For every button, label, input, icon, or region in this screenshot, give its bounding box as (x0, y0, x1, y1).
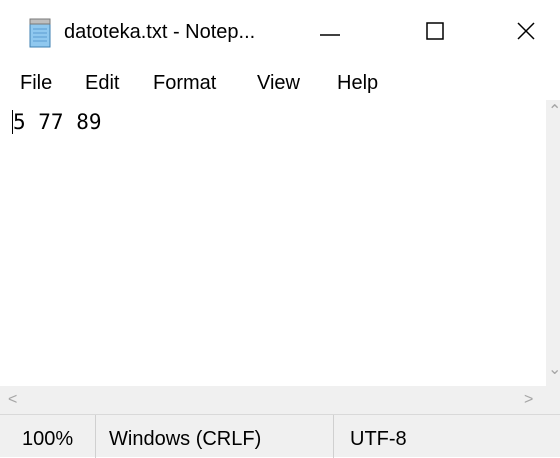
scroll-corner (546, 386, 560, 414)
vertical-scrollbar[interactable]: ⌃ ⌄ (546, 100, 560, 386)
maximize-icon (426, 22, 444, 40)
encoding: UTF-8 (350, 428, 407, 450)
scroll-right-icon[interactable]: > (524, 392, 533, 408)
window-title: datoteka.txt - Notep... (64, 21, 256, 43)
minimize-button[interactable] (295, 0, 365, 64)
scroll-left-icon[interactable]: < (8, 392, 17, 408)
horizontal-scrollbar[interactable]: < > (0, 386, 546, 414)
title-bar[interactable]: datoteka.txt - Notep... (0, 0, 560, 64)
status-divider (333, 415, 334, 458)
status-divider (95, 415, 96, 458)
menu-file[interactable]: File (20, 70, 52, 96)
menu-format[interactable]: Format (153, 70, 216, 96)
menu-bar: File Edit Format View Help (0, 64, 560, 100)
editor-content[interactable]: 5 77 89 (13, 108, 102, 136)
scroll-down-icon[interactable]: ⌄ (548, 362, 560, 378)
status-bar: 100% Windows (CRLF) UTF-8 (0, 414, 560, 458)
menu-help[interactable]: Help (337, 70, 378, 96)
notepad-icon (29, 18, 51, 48)
close-button[interactable] (490, 0, 560, 64)
text-caret (12, 110, 13, 134)
maximize-button[interactable] (400, 0, 470, 64)
line-ending: Windows (CRLF) (109, 428, 262, 450)
close-icon (517, 22, 535, 40)
zoom-level: 100% (22, 428, 74, 450)
menu-edit[interactable]: Edit (85, 70, 119, 96)
text-editor[interactable]: 5 77 89 (0, 100, 546, 386)
menu-view[interactable]: View (257, 70, 300, 96)
scroll-up-icon[interactable]: ⌃ (548, 104, 560, 120)
minimize-icon (320, 34, 340, 36)
